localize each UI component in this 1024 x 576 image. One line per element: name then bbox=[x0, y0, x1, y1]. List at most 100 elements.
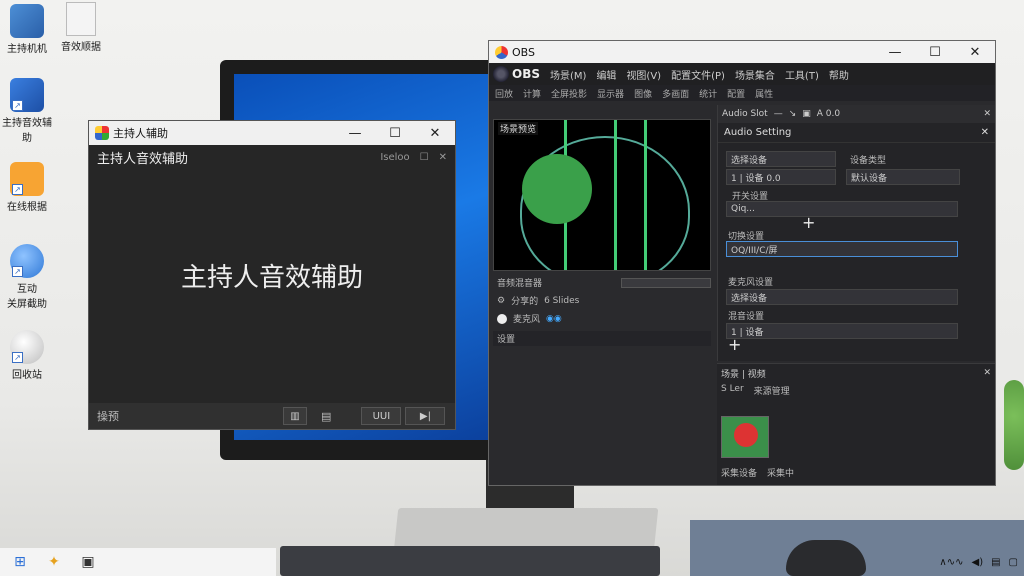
settings-title: Audio Setting ✕ bbox=[718, 123, 995, 143]
preview-line bbox=[644, 120, 647, 270]
desktop-icon-host[interactable]: 主持机机 bbox=[2, 4, 52, 55]
device-select[interactable]: 选择设备 bbox=[726, 151, 836, 167]
notification-icon[interactable]: ▢ bbox=[1009, 557, 1018, 568]
folder-icon[interactable]: ▤ bbox=[321, 410, 331, 423]
device-select[interactable]: 默认设备 bbox=[846, 169, 960, 185]
desktop-icon-label: 回收站 bbox=[12, 370, 42, 381]
mixer-row[interactable]: 音频混音器 bbox=[493, 275, 711, 290]
desktop-icon-audio-helper[interactable]: ↗ 主持音效辅助 bbox=[2, 78, 52, 144]
close-button[interactable]: ✕ bbox=[415, 121, 455, 145]
add-icon[interactable]: + bbox=[802, 213, 815, 232]
obs-window: OBS — ☐ ✕ OBS 场景(M) 编辑 视图(V) 配置文件(P) 场景集… bbox=[488, 40, 996, 486]
switch-select[interactable]: Qiq... bbox=[726, 201, 958, 217]
mixer-row[interactable]: ⚙ 分享的 6 Slides bbox=[493, 293, 711, 308]
volume-slider[interactable] bbox=[621, 277, 711, 288]
toolbar-item[interactable]: 显示器 bbox=[597, 87, 624, 100]
sources-footer: 采集设备 采集中 bbox=[721, 469, 795, 479]
toolbar-item[interactable]: 图像 bbox=[634, 87, 652, 100]
menu-item[interactable]: 配置文件(P) bbox=[671, 67, 725, 82]
menu-brand[interactable]: OBS bbox=[493, 66, 540, 82]
shortcut-arrow-icon: ↗ bbox=[12, 184, 23, 195]
mixer-row[interactable]: 设置 bbox=[493, 331, 711, 346]
menu-item[interactable]: 帮助 bbox=[829, 67, 849, 82]
preview-label: 场景预览 bbox=[498, 122, 539, 135]
desktop-icon-label: 音效顺据 bbox=[61, 42, 101, 53]
toolbar-item[interactable]: 配置 bbox=[727, 87, 745, 100]
explorer-icon[interactable]: ✦ bbox=[42, 551, 66, 573]
toolbar-item[interactable]: 回放 bbox=[495, 87, 513, 100]
source-thumbnail[interactable] bbox=[721, 416, 769, 458]
desktop-icon-sound[interactable]: 音效顺据 bbox=[56, 2, 106, 53]
helper-titlebar[interactable]: 主持人辅助 — ☐ ✕ bbox=[89, 121, 455, 145]
helper-window: 主持人辅助 — ☐ ✕ 主持人音效辅助 Iseloo ☐ ✕ 主持人音效辅助 操… bbox=[88, 120, 456, 430]
obs-menubar: OBS 场景(M) 编辑 视图(V) 配置文件(P) 场景集合 工具(T) 帮助 bbox=[489, 63, 995, 85]
menu-item[interactable]: 视图(V) bbox=[626, 67, 661, 82]
obs-titlebar[interactable]: OBS — ☐ ✕ bbox=[489, 41, 995, 63]
restore-icon[interactable]: ☐ bbox=[420, 152, 429, 163]
app-icon[interactable]: ▣ bbox=[76, 551, 100, 573]
toolbar-item[interactable]: 计算 bbox=[523, 87, 541, 100]
close-icon[interactable]: ✕ bbox=[983, 368, 991, 378]
dock-header: Audio Slot — ↘ ▣ A 0.0 ✕ bbox=[718, 105, 995, 123]
add-icon[interactable]: + bbox=[728, 335, 741, 354]
network-icon[interactable]: ∧∿∿ bbox=[939, 557, 963, 568]
shortcut-arrow-icon: ↗ bbox=[12, 100, 23, 111]
ui-button[interactable]: UUI bbox=[361, 407, 402, 425]
minimize-button[interactable]: — bbox=[875, 40, 915, 64]
close-icon[interactable]: ✕ bbox=[983, 109, 991, 119]
lock-icon[interactable]: ▣ bbox=[802, 109, 811, 119]
toolbar-item[interactable]: 属性 bbox=[755, 87, 773, 100]
arrow-icon[interactable]: ↘ bbox=[789, 109, 797, 119]
gear-icon[interactable]: ⚙ bbox=[497, 296, 505, 306]
field-label: 设备类型 bbox=[850, 156, 887, 166]
helper-header-right: Iseloo bbox=[380, 151, 410, 163]
box-icon bbox=[10, 4, 44, 38]
desktop-icon-online[interactable]: ↗ 在线根据 bbox=[2, 162, 52, 213]
tab[interactable]: S Ler bbox=[721, 384, 744, 397]
device-select[interactable]: 1 | 设备 0.0 bbox=[726, 169, 836, 185]
toolbar-item[interactable]: 多画面 bbox=[662, 87, 689, 100]
document-icon bbox=[66, 2, 96, 36]
desktop-icon-recycle[interactable]: ↗ 回收站 bbox=[2, 330, 52, 381]
close-button[interactable]: ✕ bbox=[955, 40, 995, 64]
helper-main-text: 主持人音效辅助 bbox=[180, 263, 363, 293]
preview-line bbox=[614, 120, 617, 270]
mode-select[interactable]: OQ/III/C/屏 bbox=[726, 241, 958, 257]
volume-icon[interactable]: ◀) bbox=[972, 557, 984, 568]
settings-icon[interactable]: ◉◉ bbox=[546, 314, 562, 324]
desktop-icon-label: 主持机机 bbox=[7, 44, 47, 55]
close-icon[interactable]: ✕ bbox=[439, 152, 447, 163]
mix-select[interactable]: 1 | 设备 bbox=[726, 323, 958, 339]
menu-item[interactable]: 编辑 bbox=[596, 67, 616, 82]
desktop-icon-interactive[interactable]: ↗ 互动 关屏截助 bbox=[2, 244, 52, 310]
plant bbox=[1004, 380, 1024, 470]
mouse bbox=[786, 540, 866, 576]
tab[interactable]: 来源管理 bbox=[754, 384, 790, 397]
scene-preview[interactable]: 场景预览 bbox=[493, 119, 711, 271]
obs-brand-icon bbox=[493, 66, 509, 82]
toolbar-item[interactable]: 全屏投影 bbox=[551, 87, 587, 100]
close-icon[interactable]: ✕ bbox=[981, 127, 989, 138]
windows-start-icon[interactable]: ⊞ bbox=[8, 551, 32, 573]
obs-title: OBS bbox=[512, 45, 535, 59]
maximize-button[interactable]: ☐ bbox=[375, 121, 415, 145]
minus-button[interactable]: — bbox=[774, 109, 783, 119]
maximize-button[interactable]: ☐ bbox=[915, 40, 955, 64]
helper-footer: 操预 ▥ ▤ UUI ▶| bbox=[89, 403, 455, 429]
menu-item[interactable]: 场景(M) bbox=[550, 67, 586, 82]
menu-item[interactable]: 场景集合 bbox=[735, 67, 775, 82]
menu-item[interactable]: 工具(T) bbox=[785, 67, 819, 82]
field-label: 麦克风设置 bbox=[728, 278, 774, 288]
helper-footer-label: 操预 bbox=[97, 410, 119, 423]
toolbar-item[interactable]: 统计 bbox=[699, 87, 717, 100]
play-button[interactable]: ▶| bbox=[405, 407, 446, 425]
audio-settings-dock: Audio Slot — ↘ ▣ A 0.0 ✕ Audio Setting ✕… bbox=[717, 105, 995, 361]
desktop-icon-label: 互动 关屏截助 bbox=[7, 284, 47, 310]
minimize-button[interactable]: — bbox=[335, 121, 375, 145]
mic-select[interactable]: 选择设备 bbox=[726, 289, 958, 305]
grid-button[interactable]: ▥ bbox=[283, 407, 307, 425]
mixer-row[interactable]: 麦克风 ◉◉ bbox=[493, 311, 711, 326]
taskbar: ⊞ ✦ ▣ bbox=[0, 548, 276, 576]
sources-header: 场景 | 视频 ✕ bbox=[721, 368, 991, 380]
clock[interactable]: ▤ bbox=[991, 557, 1000, 568]
